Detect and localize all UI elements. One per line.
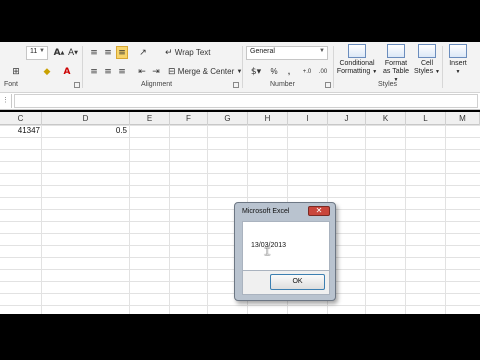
- chevron-down-icon: ▼: [435, 69, 440, 75]
- gridline: [129, 125, 130, 314]
- gridline: [169, 125, 170, 314]
- column-header-l[interactable]: L: [406, 112, 446, 125]
- column-header-e[interactable]: E: [130, 112, 170, 125]
- group-separator: [442, 46, 443, 88]
- border-icon[interactable]: ⊞: [10, 65, 22, 78]
- merge-center-label: Merge & Center: [177, 67, 235, 76]
- group-separator: [333, 46, 334, 88]
- gridline: [445, 125, 446, 314]
- orientation-icon[interactable]: ↗: [136, 46, 150, 59]
- comma-button[interactable]: ,: [284, 65, 294, 78]
- column-header-h[interactable]: H: [248, 112, 288, 125]
- conditional-formatting-icon: [348, 44, 366, 58]
- grow-font-icon[interactable]: A ▲: [53, 46, 65, 59]
- insert-button[interactable]: Insert ▼: [445, 44, 471, 76]
- font-size-combo[interactable]: 11 ▼: [26, 46, 48, 60]
- percent-label: %: [270, 67, 278, 76]
- number-format-combo[interactable]: General ▼: [246, 46, 328, 60]
- group-label-number: Number: [270, 81, 295, 88]
- as-table-label: as Table: [383, 68, 409, 75]
- column-header-i[interactable]: I: [288, 112, 328, 125]
- cell-label: Cell: [420, 60, 434, 67]
- chevron-down-icon: ▼: [372, 69, 378, 75]
- format-as-table-button[interactable]: Format as Table ▼: [381, 44, 411, 84]
- chevron-down-icon: ▼: [39, 48, 45, 54]
- shrink-font-icon[interactable]: A ▼: [67, 46, 79, 59]
- number-dialog-launcher[interactable]: [325, 82, 331, 88]
- ribbon: 11 ▼ A ▲ A ▼ ⊞ ◆ A Font ≡ ≡ ≡ ↗ ↵ Wrap Tex…: [0, 42, 480, 93]
- align-right-icon[interactable]: ≡: [116, 65, 128, 78]
- cell-styles-button[interactable]: Cell Styles ▼: [414, 44, 440, 76]
- wrap-text-label: Wrap Text: [174, 48, 211, 57]
- formatting-label: Formatting: [336, 68, 371, 75]
- conditional-formatting-button[interactable]: Conditional Formatting ▼: [336, 44, 378, 76]
- column-header-d[interactable]: D: [42, 112, 130, 125]
- merge-center-button[interactable]: ⊟ Merge & Center ▼: [168, 65, 242, 78]
- decrease-indent-icon[interactable]: ⇤: [136, 65, 148, 78]
- group-separator: [82, 46, 83, 88]
- gridline: [405, 125, 406, 314]
- chevron-down-icon: ▼: [319, 48, 325, 54]
- merge-icon: ⊟: [168, 66, 176, 77]
- currency-icon[interactable]: $▾: [248, 65, 264, 78]
- insert-cells-icon: [449, 44, 467, 58]
- alignment-dialog-launcher[interactable]: [233, 82, 239, 88]
- decrease-decimal-button[interactable]: .00: [316, 65, 330, 78]
- align-center-icon[interactable]: ≡: [102, 65, 114, 78]
- column-header-m[interactable]: M: [446, 112, 480, 125]
- wrap-text-button[interactable]: ↵ Wrap Text: [165, 46, 211, 59]
- chevron-down-icon: ▼: [455, 69, 461, 75]
- bottom-align-icon[interactable]: ≡: [116, 46, 128, 59]
- font-color-icon[interactable]: A: [60, 65, 74, 78]
- font-dialog-launcher[interactable]: [74, 82, 80, 88]
- insert-label: Insert: [449, 60, 467, 67]
- percent-button[interactable]: %: [268, 65, 280, 78]
- fill-color-icon[interactable]: ◆: [40, 65, 54, 78]
- dialog-footer: OK: [242, 271, 330, 295]
- group-label-font: Font: [4, 81, 19, 88]
- column-header-g[interactable]: G: [208, 112, 248, 125]
- video-letterbox-top: [0, 0, 480, 42]
- format-table-icon: [387, 44, 405, 58]
- increase-decimal-button[interactable]: +.0: [300, 65, 314, 78]
- increase-decimal-label: +.0: [302, 68, 312, 75]
- conditional-label: Conditional: [339, 60, 375, 67]
- gridline: [41, 125, 42, 314]
- column-header-k[interactable]: K: [366, 112, 406, 125]
- dialog-title: Microsoft Excel: [242, 208, 290, 215]
- column-header-c[interactable]: C: [0, 112, 42, 125]
- dialog-body: 13/03/2013: [242, 221, 330, 271]
- cell-styles-icon: [418, 44, 436, 58]
- msgbox-dialog: Microsoft Excel ✕ 13/03/2013 OK: [234, 202, 336, 301]
- gridline: [207, 125, 208, 314]
- comma-label: ,: [287, 67, 291, 76]
- formula-bar-expander[interactable]: ⋮: [0, 94, 12, 108]
- video-letterbox-bottom: [0, 314, 480, 360]
- column-header-j[interactable]: J: [328, 112, 366, 125]
- top-align-icon[interactable]: ≡: [88, 46, 100, 59]
- group-label-alignment: Alignment: [141, 81, 173, 88]
- font-size-value: 11: [30, 48, 38, 55]
- increase-indent-icon[interactable]: ⇥: [150, 65, 162, 78]
- format-label: Format: [384, 60, 408, 67]
- cell-styles-label: Styles: [414, 68, 434, 75]
- column-header-f[interactable]: F: [170, 112, 208, 125]
- group-separator: [242, 46, 243, 88]
- align-left-icon[interactable]: ≡: [88, 65, 100, 78]
- middle-align-icon[interactable]: ≡: [102, 46, 114, 59]
- ok-button[interactable]: OK: [270, 274, 325, 290]
- cell-d-value[interactable]: 0.5: [100, 125, 127, 137]
- close-icon[interactable]: ✕: [308, 206, 330, 216]
- number-format-value: General: [250, 48, 275, 55]
- wrap-text-icon: ↵: [165, 47, 173, 58]
- mouse-pointer-icon: ⌶: [264, 245, 271, 258]
- formula-bar: ⋮: [0, 93, 480, 110]
- cell-c-value[interactable]: 41347: [16, 125, 40, 137]
- group-label-styles: Styles: [378, 81, 398, 88]
- decrease-decimal-label: .00: [318, 68, 328, 75]
- column-headers: C D E F G H I J K L M: [0, 112, 480, 125]
- gridline: [365, 125, 366, 314]
- formula-input[interactable]: [14, 94, 478, 108]
